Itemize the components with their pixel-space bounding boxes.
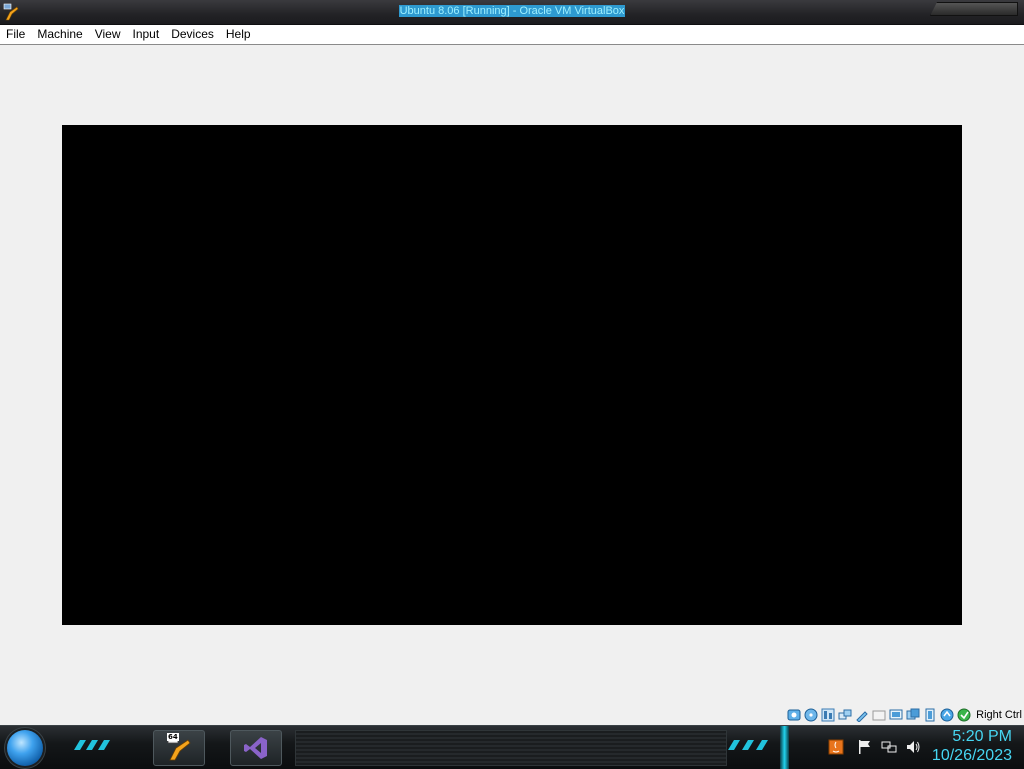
action-center-flag-icon[interactable] bbox=[857, 739, 873, 755]
show-desktop-button[interactable] bbox=[780, 726, 789, 769]
taskbar: 64 5:20 PM 10/26/2023 bbox=[0, 725, 1024, 769]
shared-folders-icon[interactable] bbox=[872, 708, 886, 722]
clock-date[interactable]: 10/26/2023 bbox=[932, 747, 1012, 765]
vm-status-bar: Right Ctrl bbox=[787, 705, 1022, 725]
start-button[interactable] bbox=[7, 730, 43, 766]
optical-drive-icon[interactable] bbox=[804, 708, 818, 722]
window-title: Ubuntu 8.06 [Running] - Oracle VM Virtua… bbox=[398, 5, 626, 17]
keyboard-icon[interactable] bbox=[957, 708, 971, 722]
title-bar[interactable]: Ubuntu 8.06 [Running] - Oracle VM Virtua… bbox=[0, 0, 1024, 25]
menu-input[interactable]: Input bbox=[127, 25, 166, 44]
taskbar-visual-studio[interactable] bbox=[230, 730, 282, 766]
taskbar-virtualbox[interactable]: 64 bbox=[153, 730, 205, 766]
clock-time[interactable]: 5:20 PM bbox=[952, 728, 1012, 746]
network-icon[interactable] bbox=[838, 708, 852, 722]
taskbar-task-area[interactable] bbox=[295, 730, 727, 766]
host-key-label[interactable]: Right Ctrl bbox=[976, 709, 1022, 721]
java-update-icon[interactable] bbox=[828, 739, 844, 755]
decor-chevrons-right-icon bbox=[728, 740, 768, 750]
video-capture-icon[interactable] bbox=[906, 708, 920, 722]
display-icon[interactable] bbox=[889, 708, 903, 722]
menu-file[interactable]: File bbox=[0, 25, 31, 44]
menu-help[interactable]: Help bbox=[220, 25, 257, 44]
menu-bar: File Machine View Input Devices Help bbox=[0, 25, 1024, 45]
volume-icon[interactable] bbox=[905, 739, 921, 755]
hard-disk-icon[interactable] bbox=[787, 708, 801, 722]
mouse-integration-icon[interactable] bbox=[940, 708, 954, 722]
usb-icon[interactable] bbox=[855, 708, 869, 722]
visual-studio-icon bbox=[244, 737, 267, 759]
decor-chevrons-left-icon bbox=[74, 740, 110, 750]
cpu-icon[interactable] bbox=[923, 708, 937, 722]
menu-devices[interactable]: Devices bbox=[165, 25, 220, 44]
network-icon[interactable] bbox=[881, 739, 897, 755]
vm-display[interactable] bbox=[62, 125, 962, 625]
virtualbox-badge: 64 bbox=[167, 733, 179, 741]
menu-machine[interactable]: Machine bbox=[31, 25, 88, 44]
window-controls[interactable] bbox=[930, 2, 1018, 16]
audio-icon[interactable] bbox=[821, 708, 835, 722]
menu-view[interactable]: View bbox=[89, 25, 127, 44]
